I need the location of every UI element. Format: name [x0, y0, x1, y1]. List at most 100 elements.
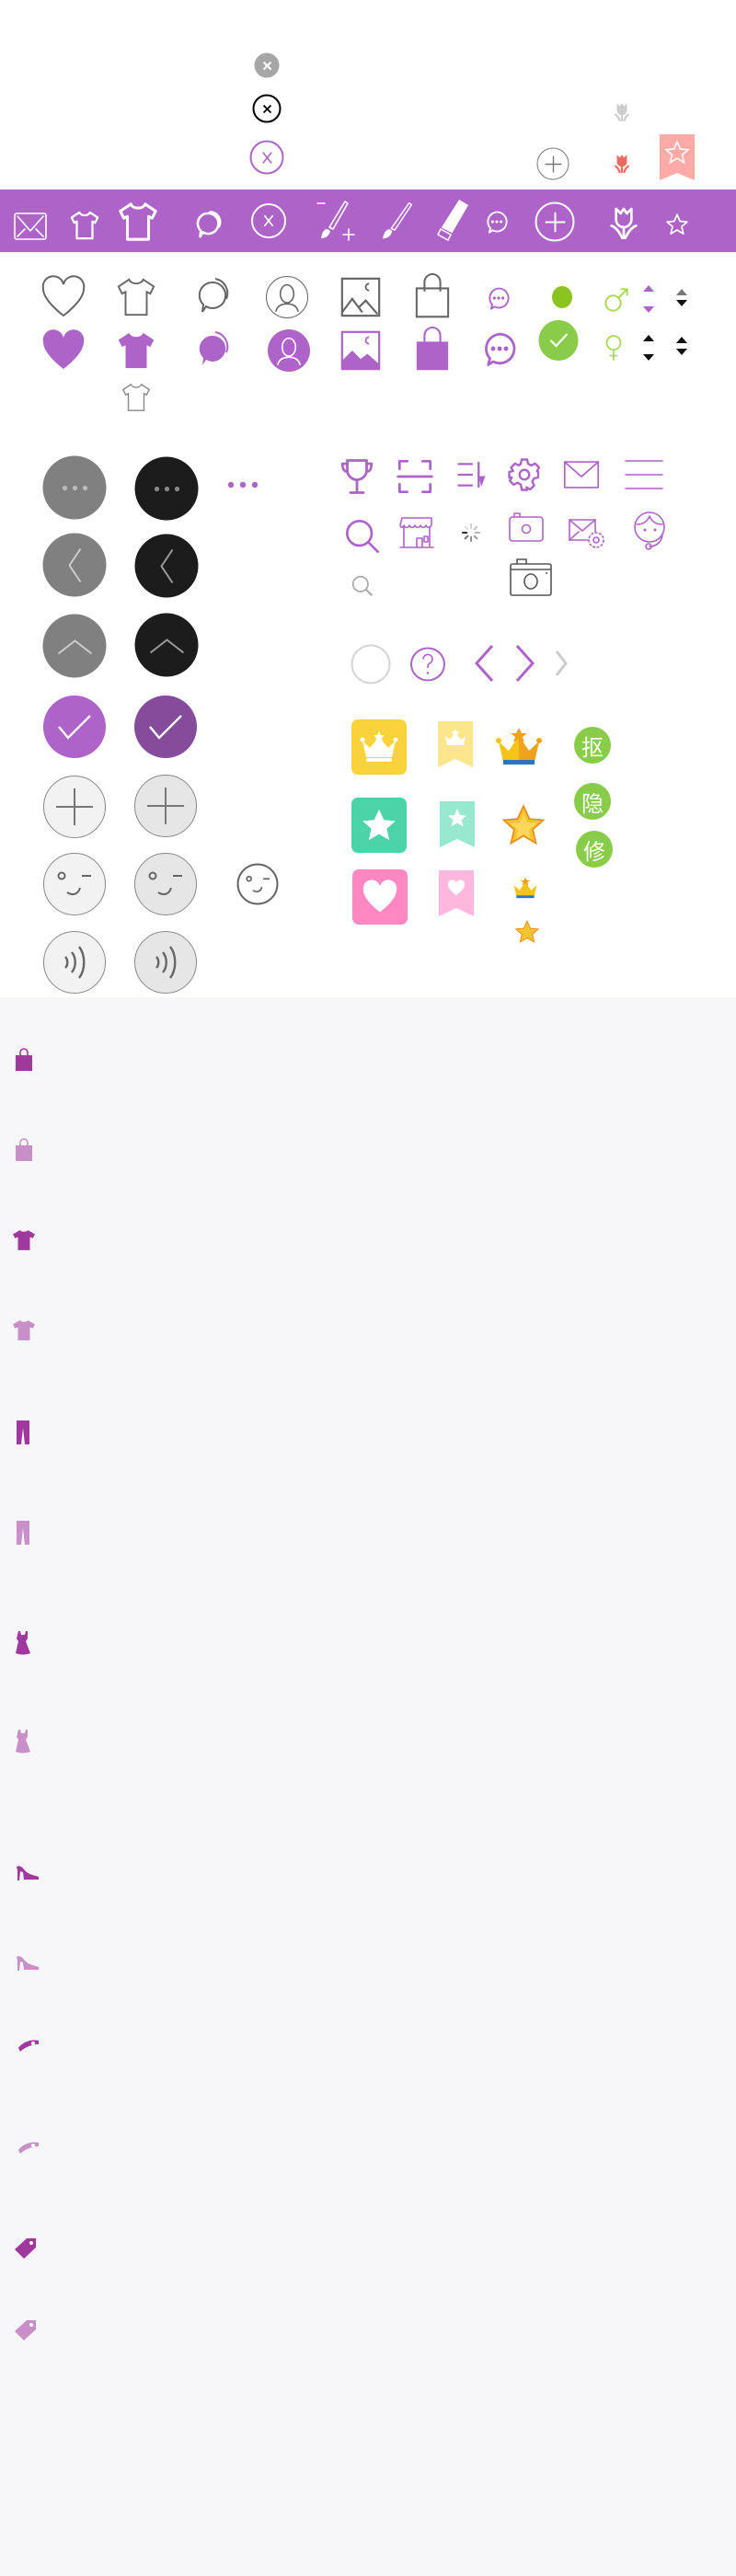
voice-circle-pressed-button[interactable]	[134, 931, 197, 994]
search-purple-icon[interactable]	[344, 518, 381, 555]
close-circle-purple-icon[interactable]	[249, 140, 284, 175]
chevron-right-icon[interactable]	[515, 644, 535, 683]
tag-category-icon[interactable]	[14, 2318, 38, 2340]
help-question-icon[interactable]	[410, 647, 445, 682]
more-circle-black-button[interactable]	[134, 456, 199, 521]
emoji-circle-pressed-button[interactable]	[134, 853, 197, 915]
camera-purple-icon[interactable]	[509, 512, 544, 542]
up-circle-gray-button[interactable]	[42, 614, 107, 678]
back-circle-gray-button[interactable]	[42, 533, 107, 597]
sort-arrows-black-small-icon[interactable]	[675, 337, 688, 357]
user-avatar-outline-icon[interactable]	[266, 276, 308, 318]
dress-category-icon[interactable]	[14, 1730, 32, 1754]
image-outline-icon[interactable]	[340, 277, 381, 317]
up-circle-black-button[interactable]	[134, 613, 199, 677]
hide-badge[interactable]: 隐	[574, 783, 611, 820]
tshirt-category-active-icon[interactable]	[12, 1229, 36, 1251]
dress-category-active-icon[interactable]	[14, 1631, 32, 1655]
emoji-outline-icon[interactable]	[236, 863, 279, 905]
chat-bubbles-icon[interactable]	[191, 206, 226, 241]
add-circle-light-button[interactable]	[43, 776, 106, 838]
close-circle-gray-icon[interactable]	[254, 52, 280, 78]
camera-gray-icon[interactable]	[510, 558, 552, 596]
accessory-category-icon[interactable]	[17, 2141, 40, 2154]
check-circle-purple-button[interactable]	[43, 696, 106, 758]
cutout-badge[interactable]: 抠	[574, 727, 611, 764]
bag-category-active-icon[interactable]	[15, 1048, 33, 1071]
search-gray-small-icon[interactable]	[351, 574, 374, 598]
trophy-icon[interactable]	[338, 457, 376, 496]
scan-icon[interactable]	[397, 458, 433, 495]
shirt-large-icon[interactable]	[117, 199, 159, 245]
more-dots-purple-icon[interactable]	[227, 481, 259, 489]
heart-filled-icon[interactable]	[41, 329, 86, 371]
vip-crown-badge	[351, 719, 407, 775]
sort-list-icon[interactable]	[455, 460, 489, 489]
star-gold-small-icon	[514, 920, 540, 944]
radio-unchecked-icon[interactable]	[351, 644, 391, 684]
shirt-small-icon[interactable]	[69, 210, 100, 241]
chat-bubbles-filled-icon[interactable]	[191, 327, 236, 371]
shopping-bag-filled-icon[interactable]	[413, 326, 452, 372]
sort-arrows-gray-black-icon[interactable]	[675, 289, 688, 309]
chat-more-large-icon[interactable]	[480, 329, 519, 368]
check-circle-green-icon[interactable]	[538, 320, 579, 361]
back-circle-black-button[interactable]	[134, 534, 199, 598]
sort-arrows-black-icon[interactable]	[642, 335, 655, 361]
shirt-filled-icon[interactable]	[115, 329, 157, 372]
close-circle-icon[interactable]	[251, 203, 286, 238]
menu-icon[interactable]	[625, 460, 663, 489]
mail-outline-icon[interactable]	[563, 461, 600, 489]
tag-category-active-icon[interactable]	[14, 2237, 38, 2259]
settings-gear-icon[interactable]	[508, 458, 541, 491]
add-circle-icon[interactable]	[536, 147, 569, 180]
mail-settings-icon[interactable]	[569, 516, 605, 549]
heels-category-active-icon[interactable]	[16, 1865, 40, 1881]
add-circle-pressed-button[interactable]	[134, 775, 197, 837]
heart-outline-icon[interactable]	[41, 275, 86, 317]
tulip-outline-icon[interactable]	[605, 204, 642, 241]
check-circle-dark-purple-button[interactable]	[134, 696, 197, 758]
tshirt-category-icon[interactable]	[12, 1319, 36, 1341]
mail-icon[interactable]	[14, 213, 47, 240]
bag-category-icon[interactable]	[15, 1138, 33, 1161]
chevron-right-gray-icon[interactable]	[555, 650, 568, 676]
more-circle-gray-button[interactable]	[42, 455, 107, 520]
add-circle-white-icon[interactable]	[535, 201, 575, 242]
chevron-left-icon[interactable]	[474, 644, 494, 683]
brush-add-icon[interactable]	[310, 200, 356, 242]
crown-gold-icon	[496, 727, 542, 769]
emoji-circle-light-button[interactable]	[43, 853, 106, 915]
bookmark-star-pink-icon[interactable]	[660, 134, 695, 180]
shirt-outline-icon[interactable]	[115, 276, 157, 318]
male-icon	[604, 287, 629, 313]
hide-badge-label: 隐	[581, 790, 604, 817]
shirt-outline-small-icon[interactable]	[121, 382, 152, 413]
shop-icon[interactable]	[398, 516, 435, 549]
tulip-gray-icon	[610, 100, 634, 124]
chat-more-small-icon[interactable]	[486, 285, 512, 311]
user-avatar-filled-icon[interactable]	[268, 329, 310, 372]
eraser-icon[interactable]	[430, 198, 472, 244]
customer-service-icon[interactable]	[632, 510, 667, 552]
pants-category-icon[interactable]	[16, 1521, 30, 1545]
retouch-badge[interactable]: 修	[576, 831, 613, 868]
chat-bubbles-outline-icon[interactable]	[191, 273, 236, 317]
image-filled-icon[interactable]	[340, 330, 381, 371]
star-gold-icon	[501, 804, 546, 846]
status-dot-green-icon	[552, 286, 572, 308]
brush-icon[interactable]	[374, 200, 416, 242]
crown-gold-small-icon	[512, 877, 539, 901]
accessory-category-active-icon[interactable]	[17, 2039, 40, 2052]
close-circle-black-icon[interactable]	[252, 94, 282, 123]
star-outline-icon[interactable]	[665, 213, 689, 236]
shopping-bag-outline-icon[interactable]	[413, 272, 452, 318]
like-heart-badge	[352, 869, 408, 925]
chat-more-icon[interactable]	[484, 209, 510, 235]
heels-category-icon[interactable]	[16, 1955, 40, 1972]
star-bookmark	[440, 801, 475, 847]
tulip-red-icon	[610, 152, 634, 176]
sort-arrows-purple-icon[interactable]	[642, 285, 655, 313]
voice-circle-light-button[interactable]	[43, 931, 106, 994]
pants-category-active-icon[interactable]	[16, 1420, 30, 1444]
